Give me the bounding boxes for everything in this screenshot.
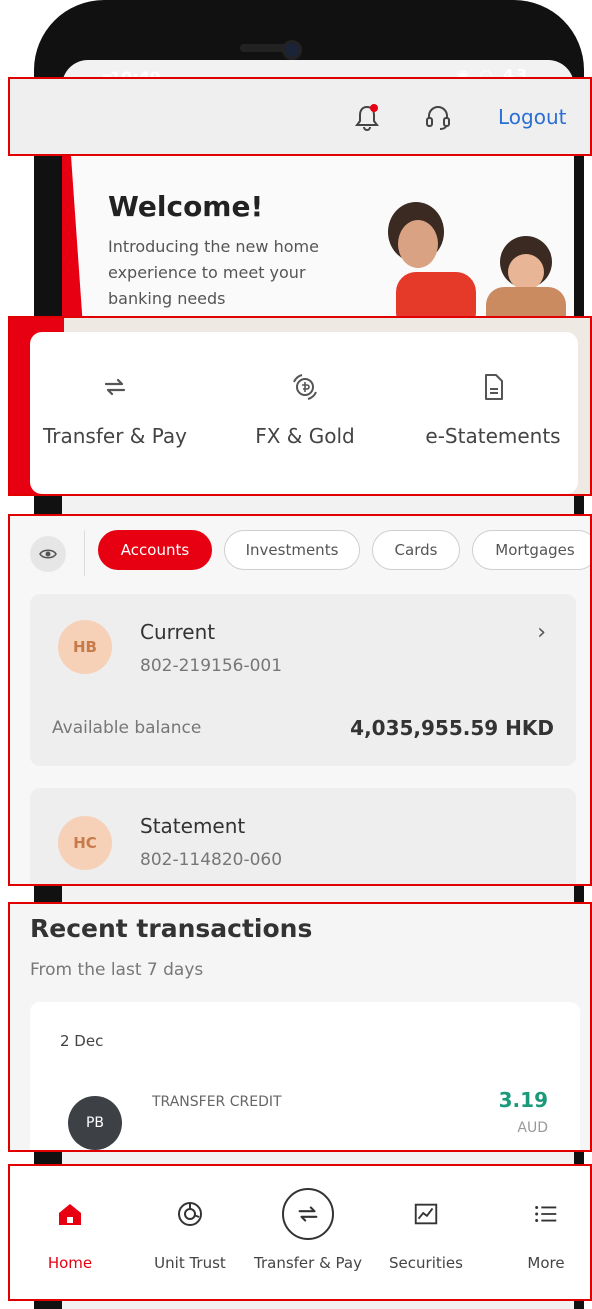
accounts-section: Accounts Investments Cards Mortgages HB … <box>8 514 592 886</box>
section-title: Recent transactions <box>30 914 313 943</box>
quick-action-label: FX & Gold <box>255 424 355 448</box>
nav-securities[interactable]: Securities <box>366 1192 486 1272</box>
account-name: Statement <box>140 814 246 838</box>
account-card[interactable]: HB Current 802-219156-001 › Available ba… <box>30 594 576 766</box>
home-icon <box>48 1192 92 1236</box>
app-screen: ▂▃▅ 10:49 ◉ ◠ 43 Logout Welcome! Introdu… <box>0 0 592 1309</box>
chart-icon <box>404 1192 448 1236</box>
document-icon <box>485 374 503 400</box>
quick-action-transfer[interactable]: Transfer & Pay <box>30 372 200 448</box>
account-number: 802-219156-001 <box>140 656 283 676</box>
eye-icon <box>39 549 57 559</box>
balance-amount: 4,035,955.59 HKD <box>350 716 554 740</box>
bell-icon[interactable] <box>354 103 380 131</box>
tab-cards[interactable]: Cards <box>372 530 460 570</box>
brand-accent-strip <box>62 156 85 316</box>
nav-transfer-pay[interactable]: Transfer & Pay <box>248 1188 368 1272</box>
transfer-icon <box>282 1188 334 1240</box>
balance-label: Available balance <box>52 718 202 738</box>
nav-more[interactable]: More <box>486 1192 592 1272</box>
nav-label: Home <box>47 1254 93 1272</box>
tab-accounts[interactable]: Accounts <box>98 530 212 570</box>
quick-action-fx-gold[interactable]: FX & Gold <box>220 372 390 448</box>
bottom-nav: Home Unit Trust Transfer & Pay Securitie… <box>8 1164 592 1301</box>
logout-button[interactable]: Logout <box>498 105 566 129</box>
quick-action-label: e-Statements <box>425 424 561 448</box>
fx-gold-icon <box>293 374 317 400</box>
headset-icon[interactable] <box>424 103 452 131</box>
nav-home[interactable]: Home <box>10 1192 130 1272</box>
quick-action-statements[interactable]: e-Statements <box>408 372 578 448</box>
nav-unit-trust[interactable]: Unit Trust <box>130 1192 250 1272</box>
tab-mortgages[interactable]: Mortgages <box>472 530 590 570</box>
app-header: Logout <box>8 77 592 156</box>
transaction-card[interactable]: 2 Dec PB TRANSFER CREDIT 3.19 AUD <box>30 1002 580 1150</box>
recent-transactions: Recent transactions From the last 7 days… <box>8 902 592 1152</box>
welcome-title: Welcome! <box>108 190 264 223</box>
account-number: 802-114820-060 <box>140 850 283 870</box>
section-subtitle: From the last 7 days <box>30 960 204 980</box>
family-photo <box>388 202 566 316</box>
tab-investments[interactable]: Investments <box>224 530 360 570</box>
nav-label: Unit Trust <box>154 1254 226 1272</box>
avatar: PB <box>68 1096 122 1150</box>
welcome-text: Introducing the new home experience to m… <box>108 237 319 308</box>
transaction-description: TRANSFER CREDIT <box>152 1094 282 1110</box>
quick-actions: Transfer & Pay FX & Gold e-Statements <box>8 316 592 496</box>
quick-actions-card: Transfer & Pay FX & Gold e-Statements <box>30 332 578 494</box>
account-card[interactable]: HC Statement 802-114820-060 <box>30 788 576 884</box>
welcome-banner[interactable]: Welcome! Introducing the new home experi… <box>62 156 574 316</box>
divider <box>84 530 85 576</box>
transaction-date: 2 Dec <box>60 1032 104 1050</box>
nav-label: More <box>527 1254 565 1272</box>
nav-label: Securities <box>389 1254 463 1272</box>
transaction-amount: 3.19 <box>498 1088 548 1112</box>
quick-action-label: Transfer & Pay <box>43 424 187 448</box>
phone-camera <box>282 40 302 60</box>
transaction-currency: AUD <box>517 1120 548 1136</box>
menu-list-icon <box>524 1192 568 1236</box>
unit-trust-icon <box>168 1192 212 1236</box>
account-name: Current <box>140 620 216 644</box>
avatar: HC <box>58 816 112 870</box>
nav-label: Transfer & Pay <box>254 1254 362 1272</box>
transfer-icon <box>104 378 126 396</box>
chevron-right-icon[interactable]: › <box>537 620 546 645</box>
toggle-visibility-button[interactable] <box>30 536 66 572</box>
avatar: HB <box>58 620 112 674</box>
